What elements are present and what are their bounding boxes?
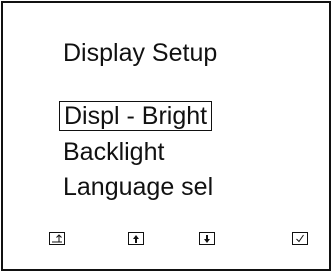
menu-item-backlight[interactable]: Backlight xyxy=(59,138,168,166)
confirm-button[interactable] xyxy=(292,232,308,245)
arrow-up-icon xyxy=(133,234,139,243)
display-screen: Display Setup Displ - Bright Backlight L… xyxy=(1,1,331,271)
checkmark-icon xyxy=(296,234,304,243)
screen-title: Display Setup xyxy=(63,39,218,67)
back-icon xyxy=(52,234,62,243)
arrow-down-icon xyxy=(204,234,210,243)
menu-item-language-sel[interactable]: Language sel xyxy=(59,173,217,201)
back-button[interactable] xyxy=(49,232,65,245)
up-button[interactable] xyxy=(128,232,144,245)
down-button[interactable] xyxy=(199,232,215,245)
menu-item-displ-bright[interactable]: Displ - Bright xyxy=(59,101,213,131)
